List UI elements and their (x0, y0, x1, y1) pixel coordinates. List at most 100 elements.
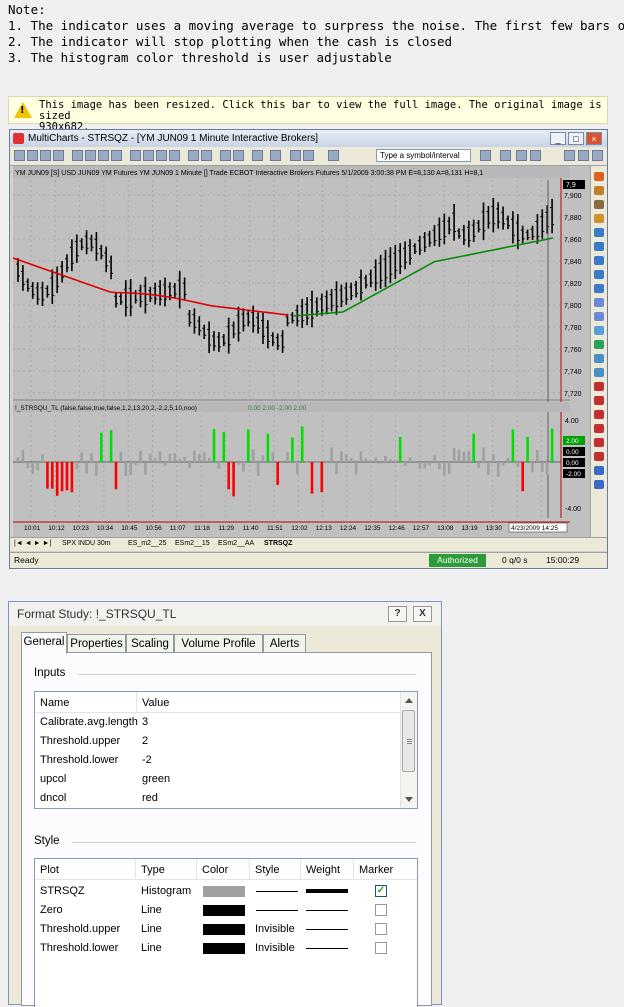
chart-tab-3[interactable]: ESm2__15 (175, 538, 210, 550)
style-header-weight[interactable]: Weight (301, 859, 354, 879)
style-header-color[interactable]: Color (197, 859, 250, 879)
more-icon[interactable] (480, 150, 491, 161)
symbol-input[interactable]: Type a symbol/interval (376, 149, 471, 162)
drawing-tool-icon[interactable] (594, 480, 604, 489)
line-weight[interactable] (306, 948, 348, 949)
print-icon[interactable] (53, 150, 64, 161)
open-icon[interactable] (27, 150, 38, 161)
scroll-up-icon[interactable] (405, 698, 413, 703)
drawing-tool-icon[interactable] (594, 270, 604, 279)
tab-scaling[interactable]: Scaling (126, 634, 174, 653)
style-row[interactable]: Threshold.lower Line Invisible (35, 939, 417, 958)
style-header-marker[interactable]: Marker (354, 859, 418, 879)
drawing-tool-icon[interactable] (594, 466, 604, 475)
color-swatch[interactable] (203, 924, 245, 935)
restore-doc-icon[interactable] (516, 150, 527, 161)
input-value[interactable]: 3 (137, 713, 148, 732)
input-row[interactable]: upcol green (35, 770, 417, 789)
zoom-in-icon[interactable] (220, 150, 231, 161)
drawing-tool-icon[interactable] (594, 312, 604, 321)
paste-icon[interactable] (98, 150, 109, 161)
style-header-type[interactable]: Type (136, 859, 197, 879)
marker-checkbox[interactable] (375, 923, 387, 935)
color-swatch[interactable] (203, 943, 245, 954)
style-row[interactable]: STRSQZ Histogram ✓ (35, 882, 417, 901)
layout-icon[interactable] (156, 150, 167, 161)
close-icon[interactable]: × (586, 132, 602, 145)
copy-icon[interactable] (85, 150, 96, 161)
drawing-tool-icon[interactable] (594, 298, 604, 307)
drawing-tool-icon[interactable] (594, 284, 604, 293)
marker-checkbox[interactable]: ✓ (375, 885, 387, 897)
maximize-icon[interactable]: □ (568, 132, 584, 145)
insert-study-icon[interactable] (188, 150, 199, 161)
tab-nav-arrows-icon[interactable]: |◄ ◄ ► ►| (14, 538, 51, 550)
close-button[interactable]: X (413, 606, 432, 622)
chart-tab-1[interactable]: SPX INDU 30m (62, 538, 111, 550)
tab-general[interactable]: General (21, 632, 67, 654)
drawing-tool-icon[interactable] (594, 256, 604, 265)
style-type[interactable]: Line (136, 939, 162, 958)
inputs-header-name[interactable]: Name (35, 692, 137, 712)
input-value[interactable]: red (137, 789, 158, 808)
inputs-grid[interactable]: Name Value Calibrate.avg.length 3 Thresh… (34, 691, 418, 809)
inputs-header-value[interactable]: Value (137, 692, 403, 712)
line-weight[interactable] (306, 889, 348, 893)
resize-notice-bar[interactable]: ! This image has been resized. Click thi… (8, 96, 608, 124)
grid-icon[interactable] (169, 150, 180, 161)
save-icon[interactable] (40, 150, 51, 161)
close-doc-icon[interactable] (592, 150, 603, 161)
new-icon[interactable] (14, 150, 25, 161)
style-grid[interactable]: Plot Type Color Style Weight Marker STRS… (34, 858, 418, 1007)
undo-icon[interactable] (111, 150, 122, 161)
drawing-tool-icon[interactable] (594, 410, 604, 419)
scroll-down-icon[interactable] (405, 797, 413, 802)
drawing-tool-icon[interactable] (594, 326, 604, 335)
drawing-tool-icon[interactable] (594, 172, 604, 181)
cut-icon[interactable] (72, 150, 83, 161)
link-icon[interactable] (290, 150, 301, 161)
style-type[interactable]: Line (136, 901, 162, 920)
pointer-icon[interactable] (252, 150, 263, 161)
input-row[interactable]: Threshold.upper 2 (35, 732, 417, 751)
window-icon[interactable] (143, 150, 154, 161)
tile-icon[interactable] (530, 150, 541, 161)
drawing-tool-icon[interactable] (594, 438, 604, 447)
drawing-tool-icon[interactable] (594, 200, 604, 209)
drawing-tool-icon[interactable] (594, 382, 604, 391)
line-weight[interactable] (306, 910, 348, 911)
chart-canvas[interactable]: YM JUN09 [S] USD JUN09 YM Futures YM JUN… (13, 166, 590, 549)
line-style[interactable] (256, 910, 298, 911)
select-icon[interactable] (328, 150, 339, 161)
drawing-tool-icon[interactable] (594, 368, 604, 377)
min-doc-icon[interactable] (564, 150, 575, 161)
drawing-tool-icon[interactable] (594, 228, 604, 237)
drawing-tool-icon[interactable] (594, 396, 604, 405)
tab-properties[interactable]: Properties (67, 634, 126, 653)
chart-icon[interactable] (130, 150, 141, 161)
color-swatch[interactable] (203, 886, 245, 897)
drawing-tool-icon[interactable] (594, 242, 604, 251)
chart-tab-4[interactable]: ESm2__AA (218, 538, 254, 550)
input-value[interactable]: green (137, 770, 170, 789)
input-value[interactable]: -2 (137, 751, 152, 770)
input-row[interactable]: Calibrate.avg.length 3 (35, 713, 417, 732)
tab-volume-profile[interactable]: Volume Profile (174, 634, 263, 653)
help-button[interactable]: ? (388, 606, 407, 622)
chart-area[interactable]: YM JUN09 [S] USD JUN09 YM Futures YM JUN… (13, 166, 590, 549)
input-row[interactable]: dncol red (35, 789, 417, 808)
zoom-out-icon[interactable] (233, 150, 244, 161)
style-row[interactable]: Threshold.upper Line Invisible (35, 920, 417, 939)
drawing-icon[interactable] (201, 150, 212, 161)
style-type[interactable]: Line (136, 920, 162, 939)
drawing-tool-icon[interactable] (594, 214, 604, 223)
drawing-tool-icon[interactable] (594, 424, 604, 433)
chart-tab-2[interactable]: ES_m2__25 (128, 538, 167, 550)
line-style[interactable]: Invisible (250, 920, 295, 939)
chart-tab-5[interactable]: STRSQZ (264, 538, 292, 550)
marker-checkbox[interactable] (375, 942, 387, 954)
format-icon[interactable] (500, 150, 511, 161)
minimize-icon[interactable]: _ (550, 132, 566, 145)
inputs-scrollbar[interactable] (400, 692, 417, 808)
drawing-tool-icon[interactable] (594, 354, 604, 363)
